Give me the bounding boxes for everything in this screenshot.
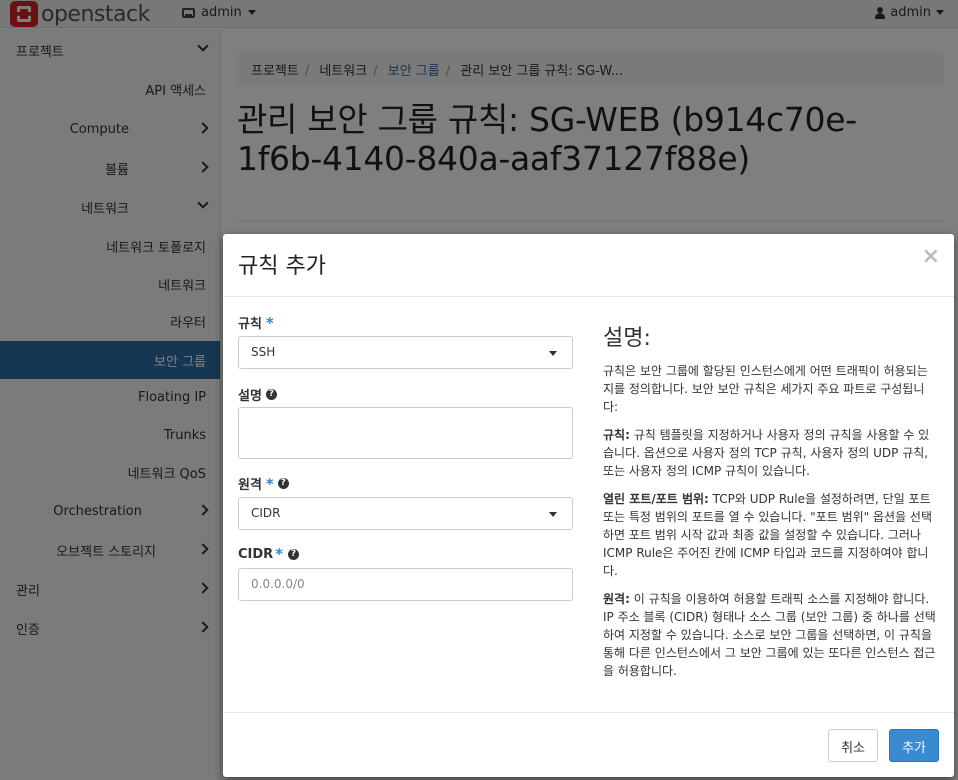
help-panel: 설명: 규칙은 보안 그룹에 할당된 인스턴스에게 어떤 트래픽이 허용되는지를… <box>603 326 938 690</box>
rule-label: 규칙 * <box>238 313 274 333</box>
description-textarea[interactable] <box>238 407 573 459</box>
modal-title: 규칙 추가 <box>238 254 326 279</box>
close-icon[interactable]: × <box>922 244 940 269</box>
cancel-button[interactable]: 취소 <box>828 729 878 762</box>
rule-select-value: SSH <box>251 345 276 359</box>
remote-label: 원격 * ? <box>238 474 289 493</box>
help-port-term: 열린 포트/포트 범위: <box>603 492 709 506</box>
add-button[interactable]: 추가 <box>889 729 939 762</box>
help-rule-text: 규칙 템플릿을 지정하거나 사용자 정의 규칙을 사용할 수 있습니다. 옵션으… <box>603 428 930 478</box>
help-icon[interactable]: ? <box>277 478 289 489</box>
remote-select[interactable]: CIDR <box>238 497 573 530</box>
help-remote-paragraph: 원격: 이 규칙을 이용하여 허용할 트래픽 소스를 지정해야 합니다. IP … <box>603 590 938 680</box>
caret-down-icon <box>549 512 557 517</box>
help-remote-text: 이 규칙을 이용하여 허용할 트래픽 소스를 지정해야 합니다. IP 주소 블… <box>603 592 936 678</box>
rule-select[interactable]: SSH <box>238 336 573 369</box>
cidr-input[interactable]: 0.0.0.0/0 <box>238 568 573 601</box>
remote-label-text: 원격 <box>238 478 262 493</box>
help-rule-paragraph: 규칙: 규칙 템플릿을 지정하거나 사용자 정의 규칙을 사용할 수 있습니다.… <box>603 426 938 480</box>
help-intro: 규칙은 보안 그룹에 할당된 인스턴스에게 어떤 트래픽이 허용되는지를 정의합… <box>603 364 928 414</box>
add-rule-dialog: 규칙 추가 × 규칙 * SSH 설명 ? 원격 * ? CIDR CIDR *… <box>223 234 954 777</box>
caret-down-icon <box>549 351 557 356</box>
description-label-text: 설명 <box>238 389 262 404</box>
required-icon: * <box>265 474 274 493</box>
help-rule-term: 규칙: <box>603 428 630 442</box>
required-icon: * <box>275 545 284 563</box>
help-remote-term: 원격: <box>603 592 630 606</box>
modal-footer: 취소 추가 <box>223 712 954 777</box>
help-icon[interactable]: ? <box>288 548 300 560</box>
modal-header: 규칙 추가 × <box>223 234 954 297</box>
help-port-paragraph: 열린 포트/포트 범위: TCP와 UDP Rule을 설정하려면, 단일 포트… <box>603 490 938 580</box>
help-icon[interactable]: ? <box>265 389 277 400</box>
rule-label-text: 규칙 <box>238 317 262 332</box>
description-label: 설명 ? <box>238 385 277 404</box>
cidr-label-text: CIDR <box>238 546 274 562</box>
help-heading: 설명: <box>603 326 651 351</box>
cidr-label: CIDR * ? <box>238 545 300 563</box>
remote-select-value: CIDR <box>251 506 281 520</box>
required-icon: * <box>265 313 274 332</box>
